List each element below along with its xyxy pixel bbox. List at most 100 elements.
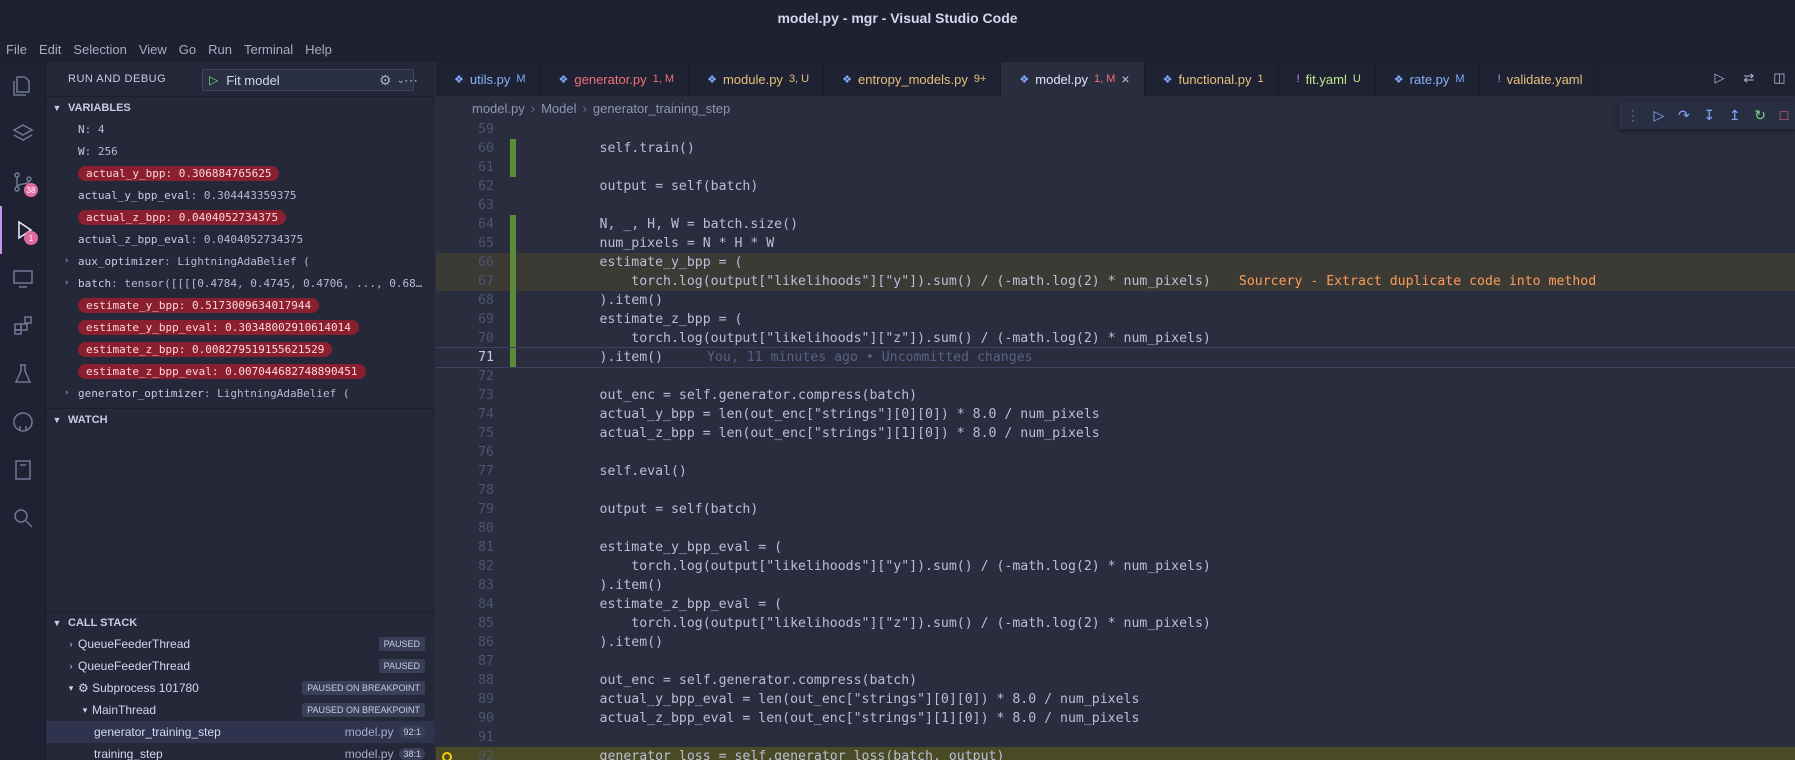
call-stack-section-header[interactable]: ▼ CALL STACK — [46, 611, 435, 633]
breadcrumb-file[interactable]: model.py — [472, 101, 525, 116]
variable-row[interactable]: estimate_z_bpp: 0.008279519155621529 — [46, 338, 435, 360]
watch-section-header[interactable]: ▼ WATCH — [46, 408, 435, 430]
code-line[interactable]: 91 — [436, 728, 1795, 747]
code-editor[interactable]: 59 60 self.train() 61 62 output = self(batc… — [436, 120, 1795, 760]
split-editor-icon[interactable]: ◫ — [1773, 70, 1785, 86]
close-icon[interactable]: × — [1121, 71, 1129, 87]
breakpoint-current-icon[interactable] — [442, 751, 452, 760]
call-stack-thread[interactable]: ▾ ⚙ Subprocess 101780 PAUSED ON BREAKPOINT — [46, 677, 435, 699]
variable-row[interactable]: actual_y_bpp: 0.306884765625 — [46, 162, 435, 184]
code-line[interactable]: 86 ).item() — [436, 633, 1795, 652]
run-debug-icon[interactable]: 1 — [0, 206, 46, 254]
code-line[interactable]: 92 generator_loss = self.generator_loss(… — [436, 747, 1795, 760]
code-line[interactable]: 79 output = self(batch) — [436, 500, 1795, 519]
chevron-right-icon[interactable]: › — [64, 278, 78, 288]
chevron-right-icon[interactable]: › — [64, 661, 78, 671]
start-debug-icon[interactable]: ▷ — [209, 73, 218, 87]
variable-row[interactable]: estimate_z_bpp_eval: 0.00704468274889045… — [46, 360, 435, 382]
code-line[interactable]: 76 — [436, 443, 1795, 462]
variable-row[interactable]: actual_z_bpp: 0.0404052734375 — [46, 206, 435, 228]
tab-rate-py[interactable]: ❖ rate.py M — [1376, 62, 1480, 96]
code-line[interactable]: 77 self.eval() — [436, 462, 1795, 481]
tab-validate-yaml[interactable]: ! validate.yaml — [1480, 62, 1598, 96]
variables-section-header[interactable]: ▼ VARIABLES — [46, 96, 435, 118]
code-line[interactable]: 75 actual_z_bpp = len(out_enc["strings"]… — [436, 424, 1795, 443]
code-line[interactable]: 61 — [436, 158, 1795, 177]
code-line[interactable]: 68 ).item() — [436, 291, 1795, 310]
compare-icon[interactable]: ⇄ — [1743, 70, 1754, 86]
code-line[interactable]: 69 estimate_z_bpp = ( — [436, 310, 1795, 329]
menu-item-terminal[interactable]: Terminal — [238, 42, 299, 57]
code-line[interactable]: 72 — [436, 367, 1795, 386]
layers-icon[interactable] — [0, 110, 46, 158]
chevron-down-icon[interactable]: ▾ — [64, 683, 78, 694]
code-line[interactable]: 62 output = self(batch) — [436, 177, 1795, 196]
code-line[interactable]: 84 estimate_z_bpp_eval = ( — [436, 595, 1795, 614]
stack-frame[interactable]: training_step model.py 38:1 — [46, 743, 435, 760]
chevron-down-icon[interactable]: ▾ — [78, 705, 92, 716]
variable-row[interactable]: actual_z_bpp_eval: 0.0404052734375 — [46, 228, 435, 250]
chevron-right-icon[interactable]: › — [64, 639, 78, 649]
github-icon[interactable] — [0, 398, 46, 446]
code-line[interactable]: 66 estimate_y_bpp = ( — [436, 253, 1795, 272]
tab-module-py[interactable]: ❖ module.py 3, U — [689, 62, 825, 96]
tab-entropy_models-py[interactable]: ❖ entropy_models.py 9+ — [824, 62, 1002, 96]
sourcery-hint[interactable]: Sourcery - Extract duplicate code into m… — [1239, 274, 1596, 289]
code-line[interactable]: 78 — [436, 481, 1795, 500]
run-file-icon[interactable]: ▷ — [1714, 70, 1724, 86]
search-icon[interactable] — [0, 494, 46, 542]
breadcrumb-class[interactable]: Model — [541, 101, 576, 116]
code-line[interactable]: 88 out_enc = self.generator.compress(bat… — [436, 671, 1795, 690]
code-line[interactable]: 90 actual_z_bpp_eval = len(out_enc["stri… — [436, 709, 1795, 728]
code-line[interactable]: 60 self.train() — [436, 139, 1795, 158]
tab-generator-py[interactable]: ❖ generator.py 1, M — [541, 62, 690, 96]
code-line[interactable]: 63 — [436, 196, 1795, 215]
call-stack-thread[interactable]: › QueueFeederThread PAUSED — [46, 655, 435, 677]
code-line[interactable]: 81 estimate_y_bpp_eval = ( — [436, 538, 1795, 557]
code-line[interactable]: 89 actual_y_bpp_eval = len(out_enc["stri… — [436, 690, 1795, 709]
variable-row[interactable]: actual_y_bpp_eval: 0.304443359375 — [46, 184, 435, 206]
tab-fit-yaml[interactable]: ! fit.yaml U — [1279, 62, 1376, 96]
call-stack-thread[interactable]: › QueueFeederThread PAUSED — [46, 633, 435, 655]
tab-functional-py[interactable]: ❖ functional.py 1 — [1145, 62, 1279, 96]
variable-row[interactable]: › generator_optimizer: LightningAdaBelief… — [46, 382, 435, 404]
menu-item-selection[interactable]: Selection — [67, 42, 132, 57]
code-line[interactable]: 87 — [436, 652, 1795, 671]
code-line[interactable]: 65 num_pixels = N * H * W — [436, 234, 1795, 253]
code-line[interactable]: 85 torch.log(output["likelihoods"]["z"])… — [436, 614, 1795, 633]
code-line[interactable]: 73 out_enc = self.generator.compress(bat… — [436, 386, 1795, 405]
remote-explorer-icon[interactable] — [0, 254, 46, 302]
variable-row[interactable]: N: 4 — [46, 118, 435, 140]
more-actions-icon[interactable]: ⋯ — [404, 72, 418, 89]
menu-item-go[interactable]: Go — [173, 42, 202, 57]
code-line[interactable]: 59 — [436, 120, 1795, 139]
variable-row[interactable]: estimate_y_bpp_eval: 0.30348002910614014 — [46, 316, 435, 338]
variable-row[interactable]: › aux_optimizer: LightningAdaBelief ( — [46, 250, 435, 272]
breadcrumb-method[interactable]: generator_training_step — [593, 101, 730, 116]
tab-utils-py[interactable]: ❖ utils.py M — [436, 62, 541, 96]
chevron-right-icon[interactable]: › — [64, 256, 78, 266]
notebook-icon[interactable] — [0, 446, 46, 494]
menu-item-help[interactable]: Help — [299, 42, 338, 57]
extensions-icon[interactable] — [0, 302, 46, 350]
menu-item-edit[interactable]: Edit — [33, 42, 67, 57]
variable-row[interactable]: estimate_y_bpp: 0.5173009634017944 — [46, 294, 435, 316]
call-stack-thread[interactable]: ▾ MainThread PAUSED ON BREAKPOINT — [46, 699, 435, 721]
stack-frame[interactable]: generator_training_step model.py 92:1 — [46, 721, 435, 743]
code-line[interactable]: 80 — [436, 519, 1795, 538]
gear-icon[interactable]: ⚙ — [379, 72, 392, 89]
variable-row[interactable]: W: 256 — [46, 140, 435, 162]
chevron-right-icon[interactable]: › — [64, 388, 78, 398]
code-line[interactable]: 82 torch.log(output["likelihoods"]["y"])… — [436, 557, 1795, 576]
menu-item-view[interactable]: View — [133, 42, 173, 57]
testing-icon[interactable] — [0, 350, 46, 398]
menu-item-run[interactable]: Run — [202, 42, 238, 57]
code-line[interactable]: 67 torch.log(output["likelihoods"]["y"])… — [436, 272, 1795, 291]
code-line[interactable]: 64 N, _, H, W = batch.size() — [436, 215, 1795, 234]
code-line[interactable]: 83 ).item() — [436, 576, 1795, 595]
source-control-icon[interactable]: 38 — [0, 158, 46, 206]
tab-model-py[interactable]: ❖ model.py 1, M × — [1001, 62, 1145, 96]
menu-item-file[interactable]: File — [0, 42, 33, 57]
variable-row[interactable]: › batch: tensor([[[[0.4784, 0.4745, 0.470… — [46, 272, 435, 294]
code-line[interactable]: 70 torch.log(output["likelihoods"]["z"])… — [436, 329, 1795, 348]
